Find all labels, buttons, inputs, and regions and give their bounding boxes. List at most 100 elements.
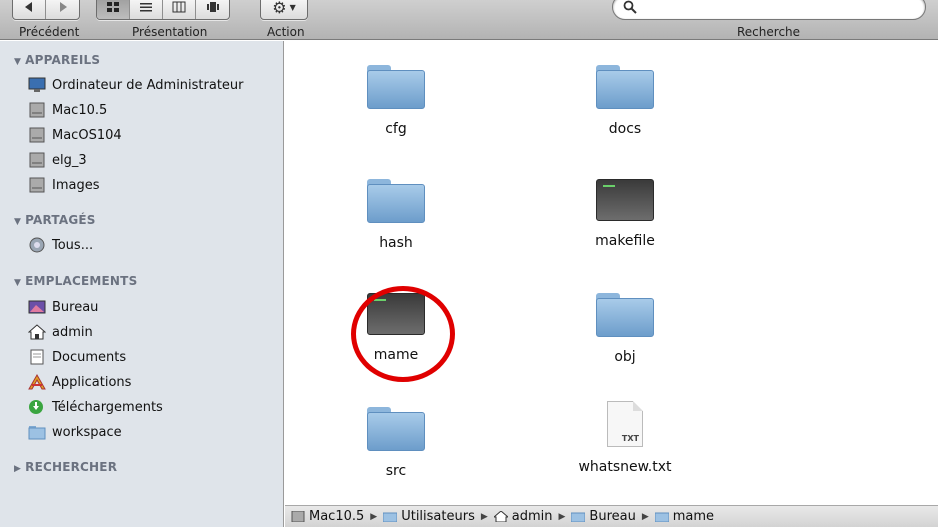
sidebar-item-elg3[interactable]: elg_3 [28,150,87,170]
toolbar: Précédent Présentation ⚙ ▼ Action Recher… [0,0,938,40]
section-emplacements[interactable]: ▼ EMPLACEMENTS [14,274,137,288]
downloads-icon [29,400,43,414]
network-globe-icon [29,237,45,253]
sidebar-item-macos104[interactable]: MacOS104 [28,125,122,145]
computer-icon [28,77,46,92]
folder-icon [367,179,425,223]
sidebar-item-label: Téléchargements [52,399,163,415]
path-bar: Mac10.5 ▶ Utilisateurs ▶ admin ▶ Bureau … [285,505,938,527]
disclosure-open-icon: ▼ [14,57,22,67]
forward-arrow-icon [59,2,67,12]
disclosure-closed-icon: ▶ [14,464,22,474]
forward-button[interactable] [46,0,79,19]
section-rechercher[interactable]: ▶ RECHERCHER [14,460,117,474]
search-label: Recherche [737,25,801,39]
hard-drive-icon [29,102,45,118]
file-name: obj [614,349,636,365]
sidebar-item-label: admin [52,324,93,340]
sidebar-item-label: workspace [52,424,122,440]
sidebar-item-applications[interactable]: Applications [28,372,131,392]
disclosure-open-icon: ▼ [14,217,22,227]
file-item-src[interactable]: src [336,407,456,479]
file-item-hash[interactable]: hash [336,179,456,251]
path-separator-icon: ▶ [558,511,566,522]
section-title: EMPLACEMENTS [25,274,138,288]
section-partages[interactable]: ▼ PARTAGÉS [14,213,96,227]
sidebar-item-label: Images [52,177,100,193]
section-title: PARTAGÉS [25,213,96,227]
path-label: Bureau [589,509,636,524]
chevron-down-icon: ▼ [289,2,296,12]
home-icon [493,511,508,522]
hard-drive-icon [291,511,305,522]
path-label: admin [511,509,553,524]
list-view-button[interactable] [130,0,163,19]
hard-drive-icon [29,177,45,193]
sidebar-item-telechargements[interactable]: Téléchargements [28,397,163,417]
home-icon [28,324,46,340]
sidebar-item-computer[interactable]: Ordinateur de Administrateur [28,75,244,95]
path-item-admin[interactable]: admin [493,509,553,524]
section-appareils[interactable]: ▼ APPAREILS [14,53,100,67]
folder-icon [596,293,654,337]
disclosure-open-icon: ▼ [14,278,22,288]
file-item-docs[interactable]: docs [565,65,685,137]
file-item-whatsnew[interactable]: TXT whatsnew.txt [565,401,685,475]
list-view-icon [140,3,152,12]
coverflow-view-button[interactable] [196,0,229,19]
folder-icon [383,512,398,522]
hard-drive-icon [29,127,45,143]
view-control [96,0,230,20]
column-view-button[interactable] [163,0,196,19]
path-item-utilisateurs[interactable]: Utilisateurs [383,509,475,524]
sidebar-item-label: Ordinateur de Administrateur [52,77,244,93]
file-name: src [385,463,407,479]
applications-icon [28,374,46,390]
desktop-icon [28,300,46,314]
action-button[interactable]: ⚙ ▼ [261,0,307,19]
finder-window: Précédent Présentation ⚙ ▼ Action Recher… [0,0,938,527]
back-button[interactable] [13,0,46,19]
back-forward-control [12,0,80,20]
path-item-bureau[interactable]: Bureau [571,509,636,524]
folder-icon [654,512,669,522]
sidebar-item-label: elg_3 [52,152,87,168]
sidebar-item-workspace[interactable]: workspace [28,422,122,442]
sidebar-item-images[interactable]: Images [28,175,100,195]
file-item-makefile[interactable]: makefile [565,179,685,249]
highlight-circle [351,286,455,382]
document-icon [30,349,44,365]
icon-view-icon [107,2,119,12]
search-icon [623,0,637,14]
back-label: Précédent [19,25,80,39]
folder-icon [367,65,425,109]
path-item-mac105[interactable]: Mac10.5 [291,509,364,524]
file-name: docs [608,121,642,137]
sidebar-item-documents[interactable]: Documents [28,347,126,367]
section-title: APPAREILS [25,53,101,67]
folder-icon [28,426,46,440]
path-separator-icon: ▶ [641,511,649,522]
search-field[interactable] [612,0,926,20]
file-item-cfg[interactable]: cfg [336,65,456,137]
sidebar-item-label: Mac10.5 [52,102,108,118]
sidebar-item-mac105[interactable]: Mac10.5 [28,100,107,120]
sidebar-item-tous[interactable]: Tous... [28,235,93,255]
sidebar-item-admin[interactable]: admin [28,322,93,342]
path-separator-icon: ▶ [480,511,488,522]
txt-document-icon: TXT [607,401,643,447]
icon-view-button[interactable] [97,0,130,19]
path-item-mame[interactable]: mame [654,509,714,524]
file-name: whatsnew.txt [578,459,672,475]
sidebar: ▼ APPAREILS Ordinateur de Administrateur … [0,41,284,527]
sidebar-item-bureau[interactable]: Bureau [28,297,98,317]
terminal-exec-icon [596,179,654,221]
file-item-obj[interactable]: obj [565,293,685,365]
path-label: Mac10.5 [309,509,365,524]
section-title: RECHERCHER [25,460,118,474]
path-label: Utilisateurs [401,509,475,524]
coverflow-view-icon [206,2,219,12]
sidebar-item-label: Applications [52,374,132,390]
back-arrow-icon [25,2,32,12]
folder-icon [596,65,654,109]
